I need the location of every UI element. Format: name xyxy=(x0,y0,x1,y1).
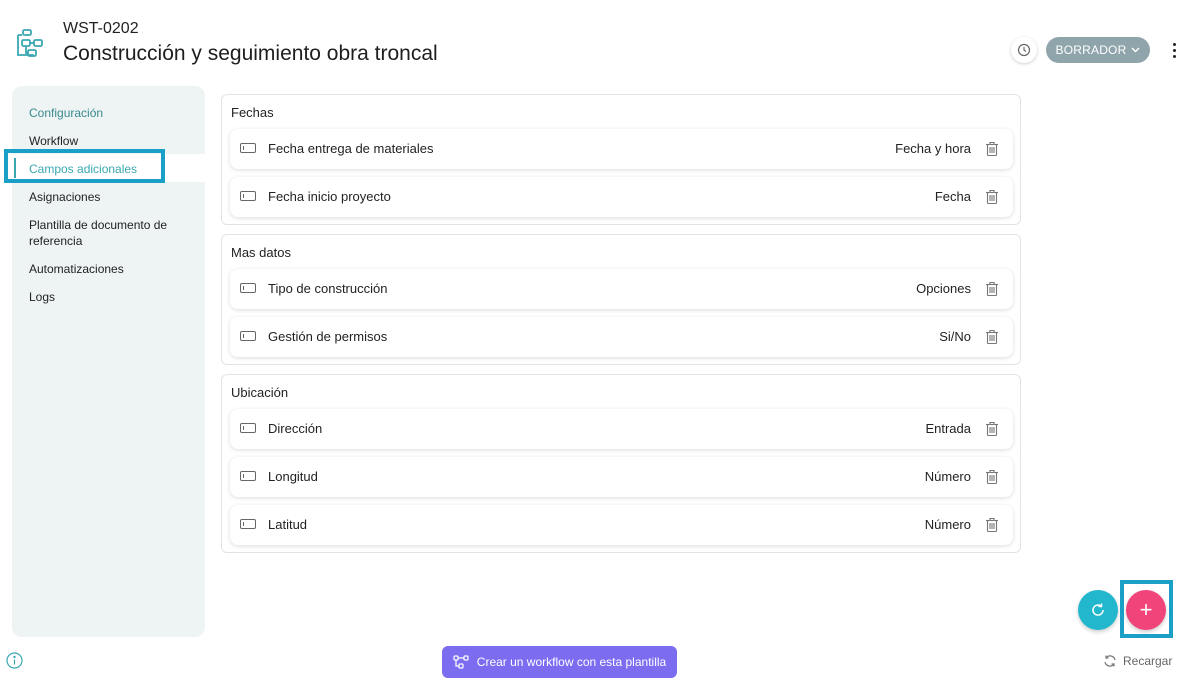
text-field-icon xyxy=(240,471,256,481)
field-row[interactable]: Gestión de permisos Si/No xyxy=(230,317,1013,357)
create-workflow-label: Crear un workflow con esta plantilla xyxy=(476,655,667,669)
sidebar-item-asignaciones[interactable]: Asignaciones xyxy=(29,189,189,205)
reload-link[interactable]: Recargar xyxy=(1103,654,1172,668)
workflow-icon xyxy=(453,655,469,669)
field-row[interactable]: Fecha entrega de materiales Fecha y hora xyxy=(230,129,1013,169)
trash-icon[interactable] xyxy=(985,281,999,297)
page-title: Construcción y seguimiento obra troncal xyxy=(63,42,438,65)
field-row[interactable]: Fecha inicio proyecto Fecha xyxy=(230,177,1013,217)
field-name: Dirección xyxy=(268,421,323,436)
chevron-down-icon xyxy=(1131,47,1140,53)
trash-icon[interactable] xyxy=(985,469,999,485)
text-field-icon xyxy=(240,519,256,529)
text-field-icon xyxy=(240,143,256,153)
section-fechas: Fechas Fecha entrega de materiales Fecha… xyxy=(221,94,1021,225)
field-type: Entrada xyxy=(925,421,971,436)
field-name: Latitud xyxy=(268,517,308,532)
section-title: Fechas xyxy=(231,105,274,120)
sidebar-item-plantilla-documento[interactable]: Plantilla de documento de referencia xyxy=(29,217,189,249)
trash-icon[interactable] xyxy=(985,329,999,345)
field-row[interactable]: Tipo de construcción Opciones xyxy=(230,269,1013,309)
section-mas-datos: Mas datos Tipo de construcción Opciones … xyxy=(221,234,1021,365)
reload-icon xyxy=(1104,655,1116,667)
section-title: Ubicación xyxy=(231,385,289,400)
field-type: Número xyxy=(924,469,971,484)
sidebar-item-configuracion[interactable]: Configuración xyxy=(29,105,189,121)
section-ubicacion: Ubicación Dirección Entrada Longitud Núm… xyxy=(221,374,1021,553)
field-type: Fecha xyxy=(934,189,971,204)
reload-label: Recargar xyxy=(1123,654,1173,668)
info-icon[interactable] xyxy=(6,652,23,669)
highlight-add-button xyxy=(1120,580,1173,638)
text-field-icon xyxy=(240,331,256,341)
refresh-icon xyxy=(1092,603,1104,616)
trash-icon[interactable] xyxy=(985,189,999,205)
field-name: Fecha inicio proyecto xyxy=(268,189,391,204)
status-label: BORRADOR xyxy=(1055,43,1127,57)
trash-icon[interactable] xyxy=(985,517,999,533)
workflow-template-icon xyxy=(12,27,46,61)
create-workflow-button[interactable]: Crear un workflow con esta plantilla xyxy=(442,646,677,678)
trash-icon[interactable] xyxy=(985,141,999,157)
field-row[interactable]: Longitud Número xyxy=(230,457,1013,497)
field-type: Número xyxy=(924,517,971,532)
field-name: Fecha entrega de materiales xyxy=(268,141,434,156)
clock-icon xyxy=(1017,43,1031,57)
sidebar-item-automatizaciones[interactable]: Automatizaciones xyxy=(29,261,189,277)
field-type: Si/No xyxy=(939,329,971,344)
text-field-icon xyxy=(240,191,256,201)
sidebar-item-workflow[interactable]: Workflow xyxy=(29,133,189,149)
trash-icon[interactable] xyxy=(985,421,999,437)
highlight-campos-adicionales xyxy=(4,149,165,183)
field-name: Tipo de construcción xyxy=(268,281,388,296)
field-row[interactable]: Latitud Número xyxy=(230,505,1013,545)
field-type: Fecha y hora xyxy=(895,141,971,156)
template-code: WST-0202 xyxy=(63,20,139,37)
section-title: Mas datos xyxy=(231,245,291,260)
status-dropdown[interactable]: BORRADOR xyxy=(1046,37,1150,63)
field-name: Gestión de permisos xyxy=(268,329,388,344)
field-row[interactable]: Dirección Entrada xyxy=(230,409,1013,449)
refresh-button[interactable] xyxy=(1078,590,1118,630)
sidebar-item-logs[interactable]: Logs xyxy=(29,289,189,305)
text-field-icon xyxy=(240,423,256,433)
history-button[interactable] xyxy=(1011,37,1037,63)
field-name: Longitud xyxy=(268,469,318,484)
kebab-menu-icon[interactable] xyxy=(1164,38,1181,62)
field-type: Opciones xyxy=(916,281,971,296)
text-field-icon xyxy=(240,283,256,293)
